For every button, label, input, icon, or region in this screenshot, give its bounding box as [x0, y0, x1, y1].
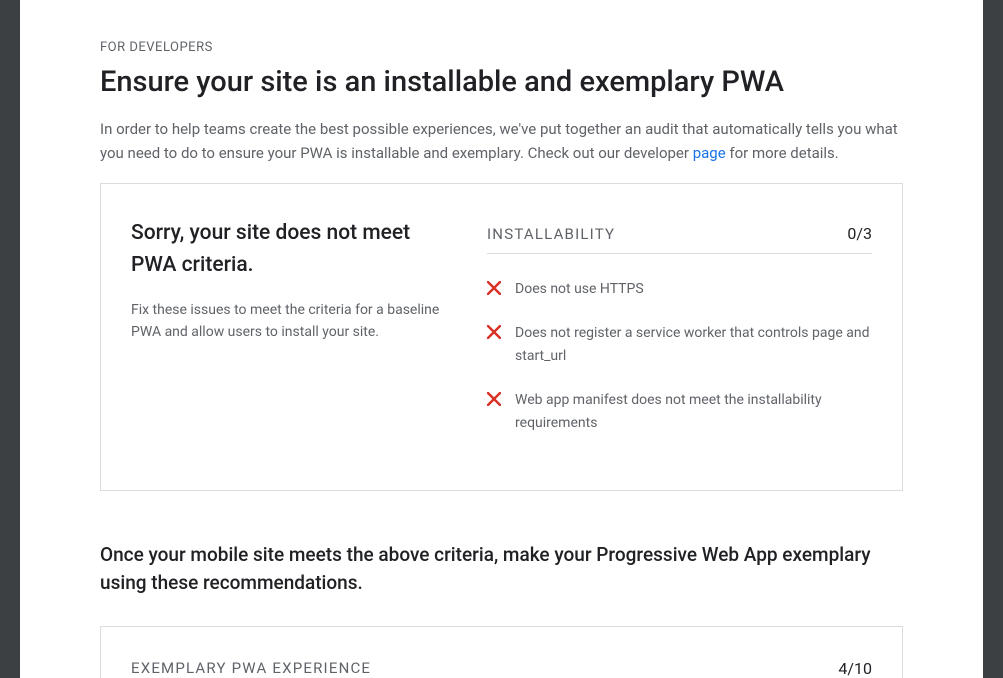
eyebrow-label: FOR DEVELOPERS: [100, 40, 903, 55]
page-content: FOR DEVELOPERS Ensure your site is an in…: [20, 0, 983, 678]
exemplary-score: 4/10: [838, 659, 872, 678]
check-item-text: Web app manifest does not meet the insta…: [515, 389, 872, 434]
card-left-column: Sorry, your site does not meet PWA crite…: [131, 218, 457, 456]
exemplary-subheading: Once your mobile site meets the above cr…: [100, 541, 903, 598]
card-right-column: INSTALLABILITY 0/3 Does not use HTTPS Do…: [487, 218, 872, 456]
fail-x-icon: [487, 325, 501, 339]
check-item: Web app manifest does not meet the insta…: [487, 389, 872, 434]
fail-x-icon: [487, 281, 501, 295]
installability-label: INSTALLABILITY: [487, 225, 615, 243]
exemplary-card: EXEMPLARY PWA EXPERIENCE 4/10: [100, 626, 903, 678]
developer-page-link[interactable]: page: [693, 144, 726, 162]
check-item: Does not use HTTPS: [487, 278, 872, 300]
intro-paragraph: In order to help teams create the best p…: [100, 117, 903, 165]
installability-score-header: INSTALLABILITY 0/3: [487, 224, 872, 254]
page-title: Ensure your site is an installable and e…: [100, 65, 903, 99]
installability-score: 0/3: [847, 224, 872, 243]
check-item-text: Does not use HTTPS: [515, 278, 644, 300]
check-item: Does not register a service worker that …: [487, 322, 872, 367]
exemplary-score-header: EXEMPLARY PWA EXPERIENCE 4/10: [131, 659, 872, 678]
intro-text-2: for more details.: [726, 144, 839, 162]
card-subtext: Fix these issues to meet the criteria fo…: [131, 299, 457, 344]
pwa-criteria-card: Sorry, your site does not meet PWA crite…: [100, 183, 903, 491]
card-heading: Sorry, your site does not meet PWA crite…: [131, 218, 457, 281]
fail-x-icon: [487, 392, 501, 406]
check-item-text: Does not register a service worker that …: [515, 322, 872, 367]
exemplary-label: EXEMPLARY PWA EXPERIENCE: [131, 659, 371, 677]
